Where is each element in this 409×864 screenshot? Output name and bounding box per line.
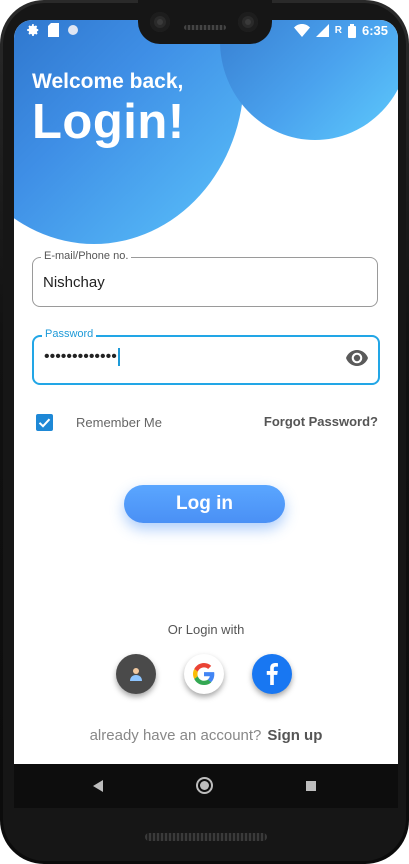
back-icon[interactable] [93, 780, 103, 792]
guest-login-button[interactable] [116, 654, 156, 694]
status-icons-left [26, 23, 79, 37]
front-camera-left [150, 12, 170, 32]
login-button[interactable]: Log in [124, 485, 285, 523]
recent-apps-icon[interactable] [306, 781, 316, 791]
signup-prompt: already have an account? [89, 727, 262, 744]
welcome-text: Welcome back, [32, 70, 184, 93]
eye-icon[interactable] [346, 350, 368, 366]
email-field[interactable]: E-mail/Phone no. Nishchay [32, 250, 378, 307]
signup-row: already have an account? Sign up [14, 727, 398, 744]
signal-icon [315, 24, 329, 37]
remember-me-label: Remember Me [76, 415, 162, 430]
front-camera-right [238, 12, 258, 32]
password-field-value: ••••••••••••• [44, 348, 120, 366]
remember-me-checkbox[interactable] [36, 414, 53, 431]
camera-notch [138, 0, 272, 44]
bottom-speaker-grille [145, 833, 267, 841]
phone-device: R 6:35 Welcome back, Login! E-mail/Phone… [0, 0, 409, 864]
signup-link[interactable]: Sign up [267, 727, 322, 744]
facebook-login-button[interactable] [252, 654, 292, 694]
password-field[interactable]: Password ••••••••••••• [32, 328, 380, 385]
password-field-label: Password [42, 328, 97, 340]
person-icon [130, 668, 142, 681]
forgot-password-link[interactable]: Forgot Password? [264, 414, 378, 429]
email-field-label: E-mail/Phone no. [41, 250, 132, 262]
status-icons-right: R 6:35 [293, 23, 388, 38]
or-login-heading: Or Login with [167, 622, 245, 637]
page-title: Login! [32, 95, 185, 149]
email-field-value: Nishchay [43, 274, 105, 291]
status-time: 6:35 [361, 23, 388, 38]
earpiece-speaker [184, 25, 226, 30]
app-screen: R 6:35 Welcome back, Login! E-mail/Phone… [14, 20, 398, 764]
navigation-bar [14, 764, 398, 808]
battery-icon [347, 23, 356, 38]
network-letter: R [334, 25, 342, 36]
google-login-button[interactable] [184, 654, 224, 694]
facebook-icon [266, 663, 278, 685]
text-caret [117, 348, 120, 366]
password-dots: ••••••••••••• [44, 348, 117, 366]
sim-card-icon [48, 23, 59, 37]
remember-me-row: Remember Me [36, 414, 162, 431]
google-icon [193, 663, 215, 685]
home-icon[interactable] [196, 777, 213, 794]
gear-icon [27, 24, 39, 36]
checkmark-icon [38, 418, 51, 428]
wifi-icon [293, 24, 310, 37]
circle-icon [68, 25, 78, 35]
